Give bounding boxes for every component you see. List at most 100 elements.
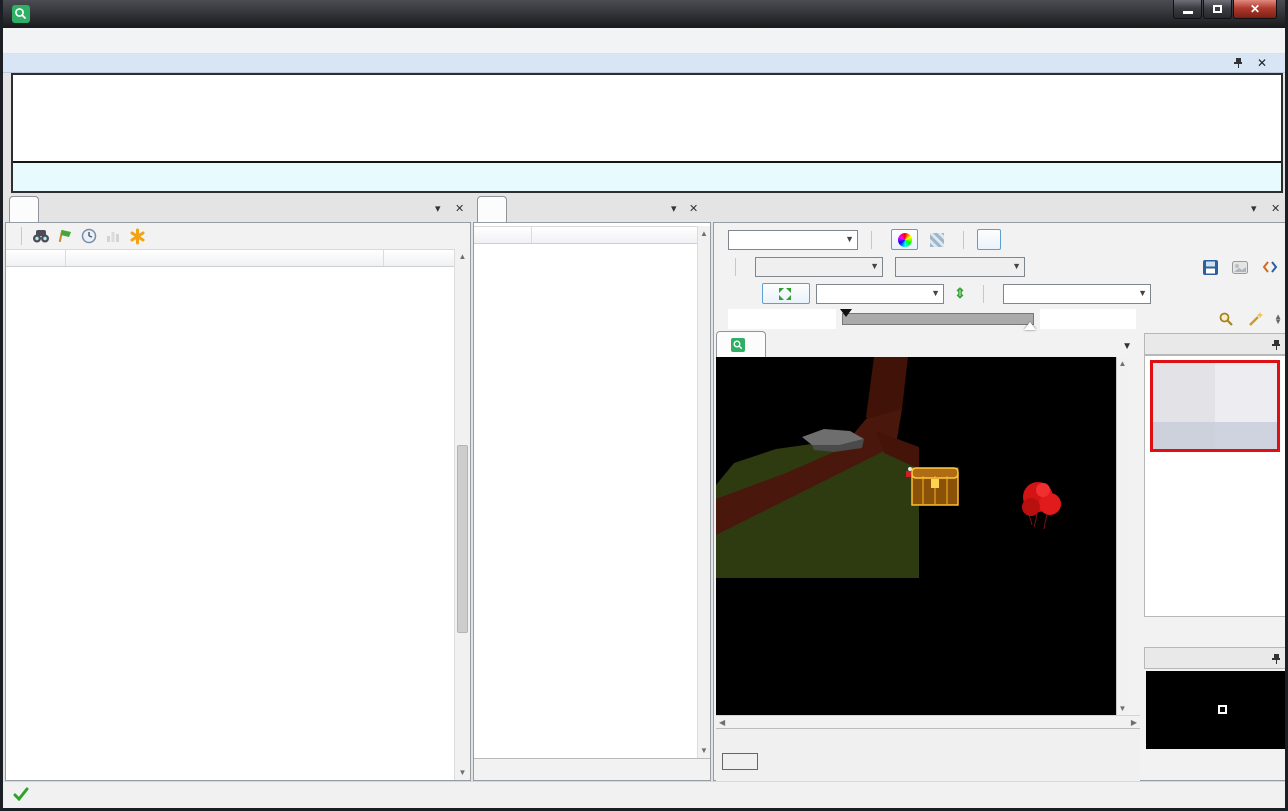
channels-toolbar: ▼ bbox=[722, 229, 1001, 250]
find-event-icon[interactable] bbox=[29, 226, 53, 246]
bookmark-star-icon[interactable] bbox=[125, 226, 149, 246]
scroll-left-icon[interactable]: ◀ bbox=[719, 718, 725, 727]
chevron-down-icon: ▼ bbox=[1138, 288, 1147, 298]
scrollbar-thumb[interactable] bbox=[457, 445, 468, 633]
timeline-close-icon[interactable]: ✕ bbox=[1257, 56, 1267, 70]
color-wheel-button[interactable] bbox=[891, 229, 918, 250]
time-durations-icon[interactable] bbox=[77, 226, 101, 246]
close-button[interactable]: ✕ bbox=[1233, 0, 1277, 19]
thumbnail-label bbox=[1153, 422, 1277, 449]
range-black-handle[interactable] bbox=[840, 309, 852, 323]
texture-hscrollbar[interactable]: ◀ ▶ bbox=[716, 715, 1140, 728]
event-browser-header bbox=[6, 249, 454, 267]
chevron-down-icon: ▼ bbox=[845, 234, 854, 244]
scroll-down-icon[interactable]: ▼ bbox=[1117, 704, 1128, 713]
toolbar-separator bbox=[21, 227, 22, 245]
flip-y-icon[interactable]: ⇕ bbox=[950, 285, 970, 302]
toolbar-separator bbox=[871, 231, 872, 249]
zoom-toolbar: ▼ ⇕ ▼ bbox=[722, 283, 1151, 304]
picked-pixel-marker bbox=[1218, 705, 1227, 714]
api-calls-menu-icon[interactable]: ▾ bbox=[671, 202, 677, 215]
pixel-context-view[interactable] bbox=[1146, 671, 1286, 749]
range-max-field[interactable] bbox=[1040, 309, 1136, 329]
range-min-field[interactable] bbox=[728, 309, 836, 329]
toolbar-separator bbox=[983, 285, 984, 303]
right-panel-menu-icon[interactable]: ▾ bbox=[1251, 202, 1257, 215]
pixel-context-buttons bbox=[1144, 755, 1288, 781]
timeline-pin-icon[interactable] bbox=[1233, 57, 1243, 72]
scroll-up-icon[interactable]: ▲ bbox=[698, 229, 710, 238]
bookmark-flag-icon[interactable] bbox=[53, 226, 77, 246]
texture-list-dropdown-icon[interactable]: ▼ bbox=[1122, 341, 1132, 352]
column-duration[interactable] bbox=[384, 250, 454, 266]
right-panel-close-icon[interactable]: ✕ bbox=[1271, 202, 1280, 215]
minimize-icon bbox=[1183, 11, 1193, 14]
api-calls-close-icon[interactable]: ✕ bbox=[689, 202, 698, 215]
renderdoc-logo-icon bbox=[12, 5, 30, 23]
toolbar-separator bbox=[963, 231, 964, 249]
stats-icon[interactable] bbox=[101, 226, 125, 246]
event-browser-scrollbar[interactable]: ▲ ▼ bbox=[454, 249, 470, 780]
chevron-down-icon: ▼ bbox=[870, 261, 879, 271]
texture-display[interactable]: ▲ ▼ bbox=[716, 357, 1128, 715]
timeline-panel-header: ✕ bbox=[3, 54, 1285, 73]
chevron-down-icon: ▼ bbox=[931, 288, 940, 298]
tab-unbound[interactable] bbox=[716, 331, 766, 357]
checkerboard-button[interactable] bbox=[924, 229, 950, 250]
scroll-right-icon[interactable]: ▶ bbox=[1131, 718, 1137, 727]
texture-viewer-panel: ▼ ▼ ▼ ▼ ⇕ bbox=[713, 222, 1288, 781]
zoom-1to1-button[interactable] bbox=[728, 283, 756, 304]
api-calls-scrollbar[interactable]: ▲ ▼ bbox=[697, 226, 710, 758]
api-calls-header bbox=[474, 226, 697, 244]
maximize-button[interactable] bbox=[1203, 0, 1232, 19]
api-calls-panel: ▲ ▼ bbox=[473, 222, 711, 781]
pin-icon[interactable] bbox=[1271, 339, 1281, 354]
toolbar-overflow-icon[interactable]: ▲▼ bbox=[1274, 314, 1282, 324]
texture-tabbar: ▼ bbox=[716, 333, 1140, 357]
event-browser-menu-icon[interactable]: ▾ bbox=[435, 202, 441, 215]
open-link-icon[interactable] bbox=[1228, 257, 1252, 277]
outputs-list bbox=[1144, 355, 1288, 617]
scroll-up-icon[interactable]: ▲ bbox=[1117, 359, 1128, 368]
api-calls-tabbar: ▾ ✕ bbox=[477, 196, 707, 222]
range-slider[interactable] bbox=[842, 311, 1034, 327]
overlay-select[interactable]: ▼ bbox=[1003, 284, 1151, 304]
pin-icon[interactable] bbox=[1271, 653, 1281, 668]
check-icon bbox=[13, 787, 29, 804]
menubar bbox=[3, 28, 1285, 54]
timeline-usage-band bbox=[13, 163, 1281, 191]
column-api-call[interactable] bbox=[532, 227, 697, 243]
callstack-tab[interactable] bbox=[474, 758, 710, 780]
scroll-down-icon[interactable]: ▼ bbox=[455, 768, 470, 777]
pixel-picker-icon[interactable] bbox=[1214, 309, 1238, 329]
zoom-select[interactable]: ▼ bbox=[816, 284, 944, 304]
pixel-color-swatch bbox=[722, 753, 758, 770]
titlebar: ✕ bbox=[3, 0, 1285, 28]
statusbar bbox=[3, 781, 1285, 808]
zoom-fit-button[interactable] bbox=[762, 283, 810, 304]
autofit-wand-icon[interactable] bbox=[1244, 309, 1268, 329]
renderdoc-texture-icon bbox=[731, 338, 745, 352]
event-browser-close-icon[interactable]: ✕ bbox=[455, 202, 464, 215]
checkerboard-icon bbox=[930, 233, 944, 247]
tab-event-browser[interactable] bbox=[9, 196, 39, 222]
range-white-handle[interactable] bbox=[1024, 316, 1036, 330]
scroll-down-icon[interactable]: ▼ bbox=[698, 746, 710, 755]
mip-select[interactable]: ▼ bbox=[755, 257, 883, 277]
output-thumbnail-fb0[interactable] bbox=[1150, 360, 1280, 452]
maximize-icon bbox=[1213, 5, 1222, 13]
sliceface-select[interactable]: ▼ bbox=[895, 257, 1025, 277]
texture-scene bbox=[716, 357, 1123, 578]
channels-select[interactable]: ▼ bbox=[728, 230, 858, 250]
gamma-button[interactable] bbox=[977, 229, 1001, 250]
tab-api-calls[interactable] bbox=[477, 196, 507, 222]
minimize-button[interactable] bbox=[1173, 0, 1202, 19]
column-eid[interactable] bbox=[6, 250, 66, 266]
column-name[interactable] bbox=[66, 250, 384, 266]
timeline-panel[interactable] bbox=[11, 73, 1283, 193]
custom-shader-icon[interactable] bbox=[1258, 257, 1282, 277]
texture-vscrollbar[interactable]: ▲ ▼ bbox=[1116, 357, 1128, 715]
scroll-up-icon[interactable]: ▲ bbox=[455, 252, 470, 261]
save-texture-icon[interactable] bbox=[1198, 257, 1222, 277]
column-eid[interactable] bbox=[474, 227, 532, 243]
